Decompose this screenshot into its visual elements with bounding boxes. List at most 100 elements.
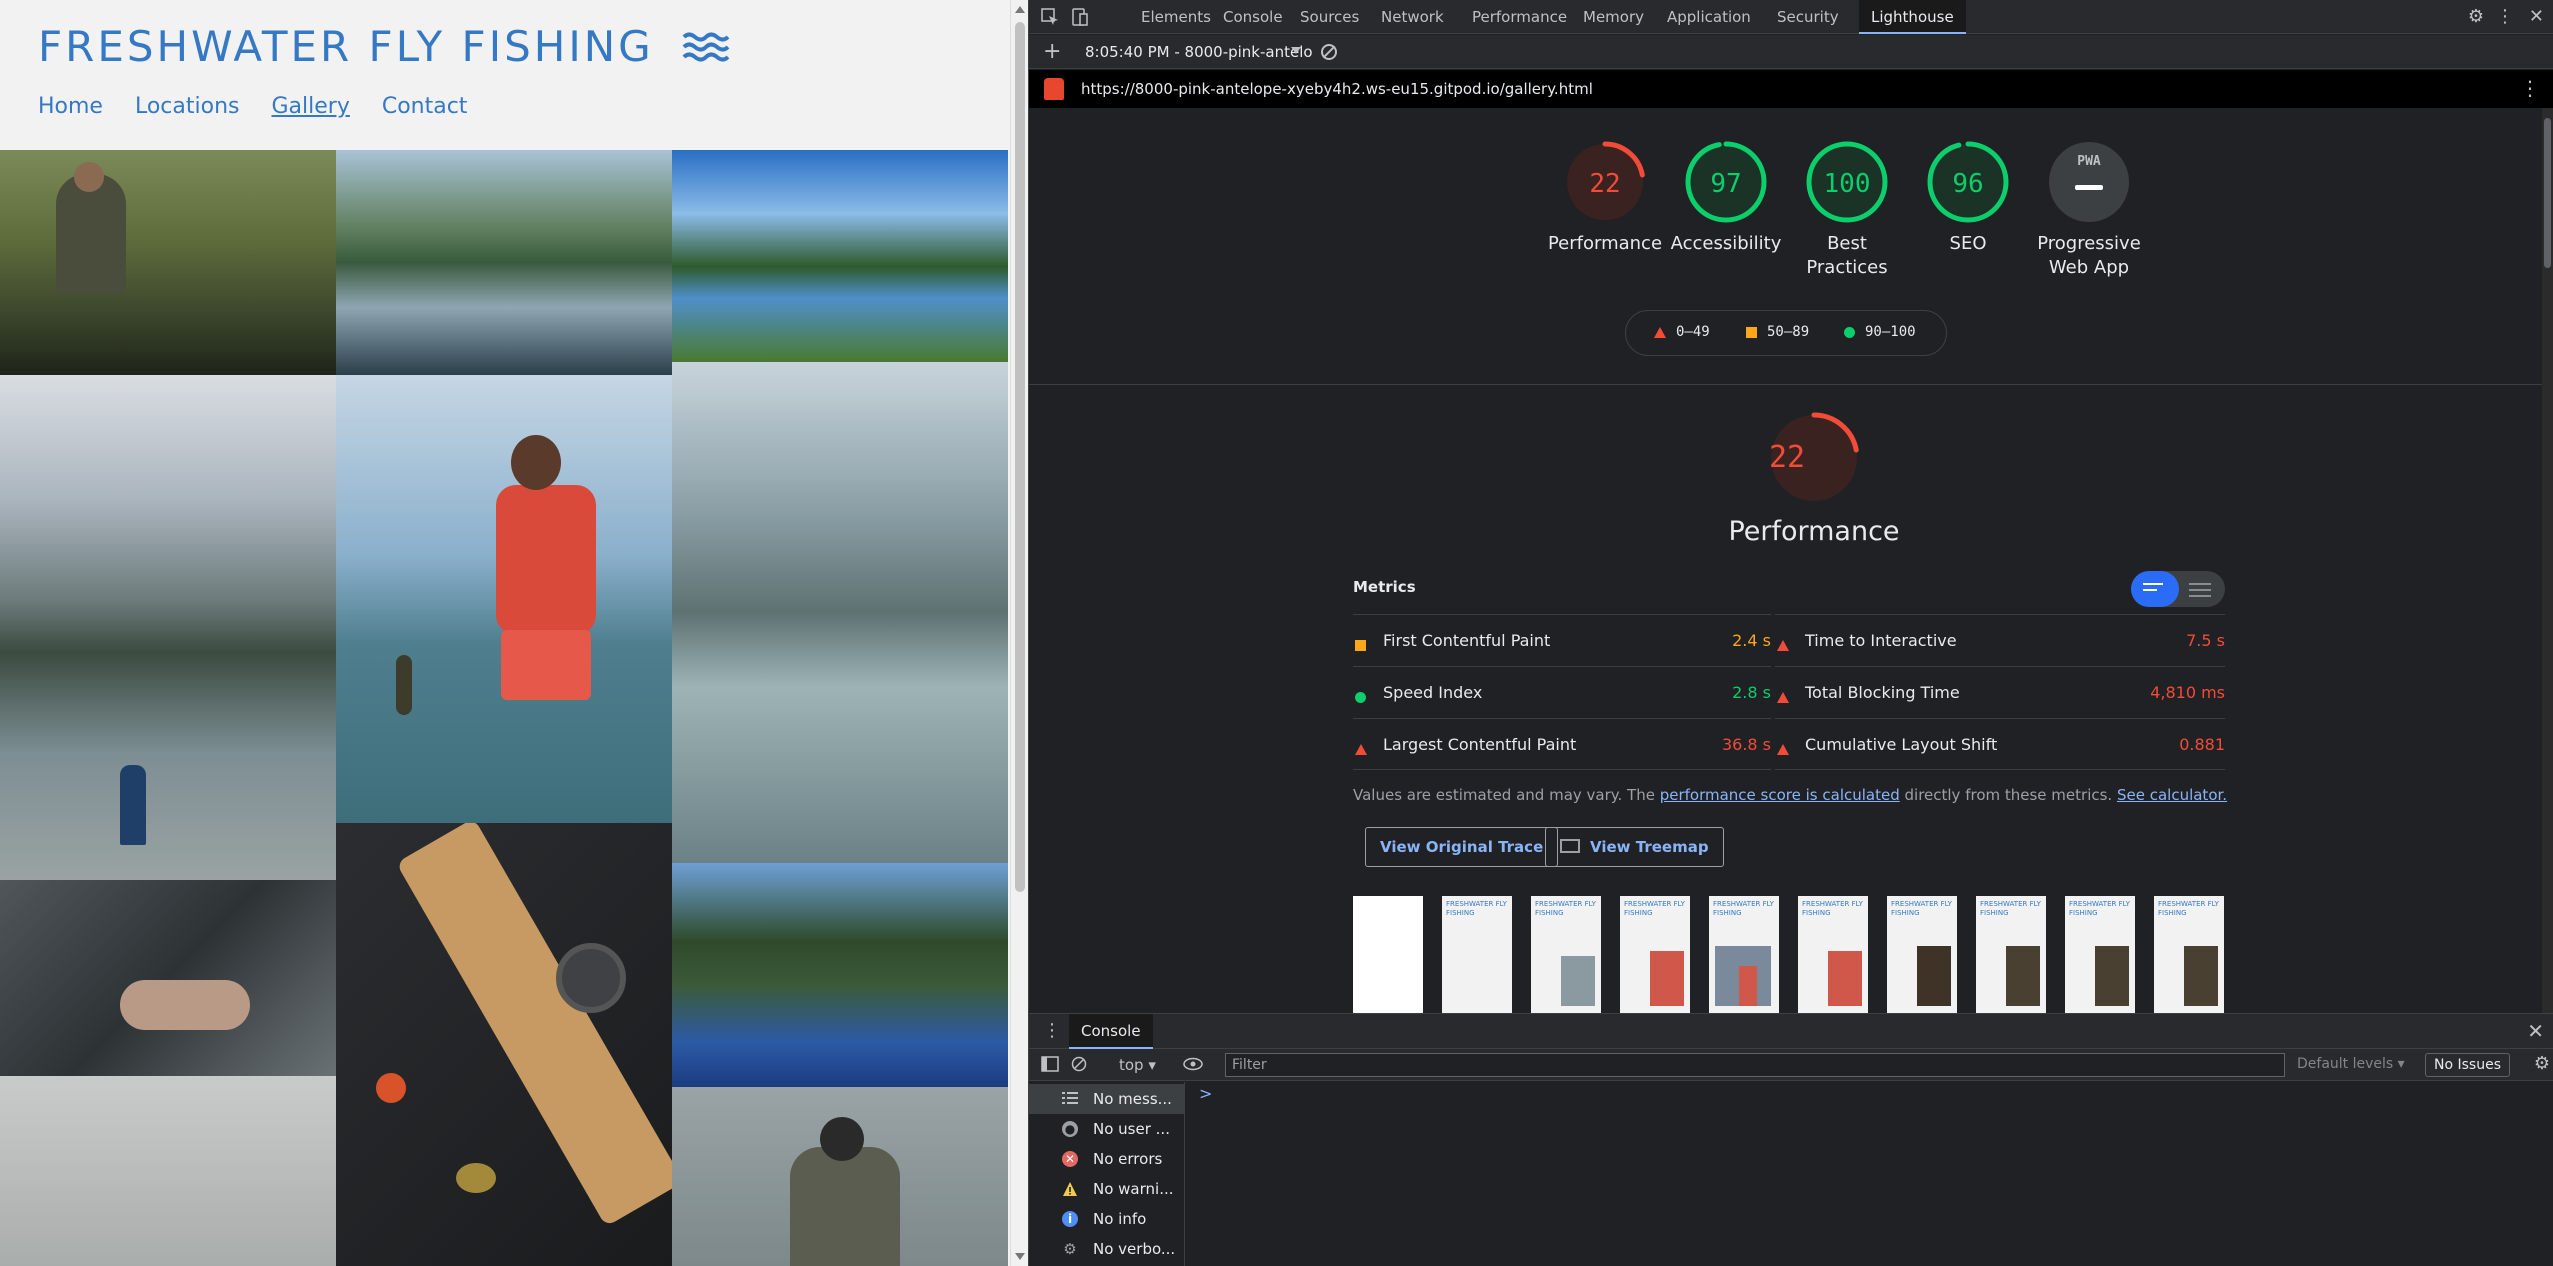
view-original-trace-button[interactable]: View Original Trace: [1365, 827, 1559, 867]
gallery-photo-fisherman-casting[interactable]: [672, 1087, 1008, 1266]
chevron-down-icon[interactable]: [1291, 47, 1301, 54]
report-menu-icon[interactable]: ⋮: [2520, 76, 2540, 100]
gallery-photo-karst-mountains[interactable]: [672, 362, 1008, 863]
gallery-photo-boy-fish[interactable]: [336, 375, 672, 823]
sidebar-item-user-messages[interactable]: ● No user ...: [1029, 1114, 1185, 1144]
metric-lcp[interactable]: Largest Contentful Paint 36.8 s: [1353, 718, 1771, 770]
new-report-icon[interactable]: +: [1043, 39, 1061, 64]
treemap-icon: [1560, 838, 1580, 853]
sidebar-item-errors[interactable]: ✕ No errors: [1029, 1144, 1185, 1174]
metric-value: 2.8 s: [1732, 683, 1771, 702]
tab-security[interactable]: Security: [1765, 0, 1851, 34]
gauge-pwa[interactable]: PWA Progressive Web App: [2029, 140, 2149, 280]
nav-contact[interactable]: Contact: [382, 94, 468, 119]
website-scrollbar[interactable]: [1010, 0, 1028, 1266]
legend-pass: 90–100: [1844, 324, 1916, 340]
gallery-photo-angler-reeds[interactable]: [0, 150, 336, 375]
sidebar-item-messages[interactable]: No mess...: [1029, 1084, 1185, 1114]
nav-gallery[interactable]: Gallery: [271, 94, 349, 119]
sidebar-item-warnings[interactable]: No warni...: [1029, 1174, 1185, 1204]
more-options-icon[interactable]: ⋮: [2496, 6, 2514, 27]
error-icon: ✕: [1062, 1151, 1078, 1167]
clear-reports-icon[interactable]: [1321, 44, 1337, 60]
tab-lighthouse[interactable]: Lighthouse: [1859, 0, 1966, 34]
site-nav: Home Locations Gallery Contact: [38, 94, 467, 119]
gallery-photo-lake-hills[interactable]: [336, 150, 672, 375]
gallery-photo-blue-lake[interactable]: [672, 150, 1008, 362]
warning-icon: [1062, 1181, 1078, 1197]
report-url[interactable]: https://8000-pink-antelope-xyeby4h2.ws-e…: [1081, 80, 1593, 98]
gallery-photo-mountain-lake[interactable]: [0, 375, 336, 880]
inspect-element-icon[interactable]: [1041, 8, 1059, 26]
metric-fcp[interactable]: First Contentful Paint 2.4 s: [1353, 614, 1771, 666]
tab-elements[interactable]: Elements: [1129, 0, 1223, 34]
nav-home[interactable]: Home: [38, 94, 103, 119]
nav-locations[interactable]: Locations: [135, 94, 240, 119]
console-filter-input[interactable]: Filter: [1225, 1053, 2285, 1077]
verbose-icon: ⚙: [1063, 1240, 1077, 1258]
tab-sources[interactable]: Sources: [1288, 0, 1371, 34]
metric-name: First Contentful Paint: [1383, 631, 1551, 650]
detailed-view-icon[interactable]: [2189, 583, 2213, 601]
metric-tti[interactable]: Time to Interactive 7.5 s: [1775, 614, 2225, 666]
gauge-accessibility[interactable]: 97 Accessibility: [1666, 140, 1786, 256]
report-selector[interactable]: 8:05:40 PM - 8000-pink-antelo: [1085, 43, 1313, 61]
photo-gallery: [0, 150, 1008, 1266]
metric-cls[interactable]: Cumulative Layout Shift 0.881: [1775, 718, 2225, 770]
close-devtools-icon[interactable]: ✕: [2529, 6, 2544, 27]
settings-gear-icon[interactable]: ⚙: [2468, 6, 2484, 27]
console-prompt[interactable]: >: [1199, 1084, 1212, 1103]
pwa-badge-icon: PWA: [2077, 154, 2101, 169]
brand-title: FRESHWATER FLY FISHING: [38, 22, 654, 71]
clear-console-icon[interactable]: [1071, 1056, 1087, 1076]
waves-icon: [682, 25, 730, 74]
gallery-photo-hands-reel[interactable]: [0, 880, 336, 1076]
score-calculation-link[interactable]: performance score is calculated: [1660, 786, 1900, 804]
close-drawer-icon[interactable]: ✕: [2527, 1019, 2544, 1043]
sidebar-toggle-icon[interactable]: [1041, 1056, 1059, 1076]
scroll-up-icon[interactable]: [1015, 6, 1025, 13]
drawer-menu-icon[interactable]: ⋮: [1043, 1020, 1061, 1041]
metric-speed-index[interactable]: Speed Index 2.8 s: [1353, 666, 1771, 718]
score-value: 97: [1710, 169, 1742, 199]
metric-value: 0.881: [2179, 735, 2225, 754]
tab-performance[interactable]: Performance: [1460, 0, 1579, 34]
report-scrollbar[interactable]: [2542, 108, 2553, 1013]
gallery-photo-rod-flies[interactable]: [336, 823, 672, 1266]
scrollbar-thumb[interactable]: [1015, 22, 1025, 892]
report-scrollbar-thumb[interactable]: [2544, 118, 2551, 268]
tab-application[interactable]: Application: [1655, 0, 1763, 34]
metric-tbt[interactable]: Total Blocking Time 4,810 ms: [1775, 666, 2225, 718]
device-toolbar-icon[interactable]: [1071, 8, 1089, 26]
console-settings-gear-icon[interactable]: ⚙: [2534, 1053, 2550, 1074]
calculator-link[interactable]: See calculator.: [2117, 786, 2227, 804]
gallery-photo-river-forest[interactable]: [672, 863, 1008, 1087]
summary-view-icon: [2143, 583, 2167, 595]
score-gauges: 22 Performance 97 Accessibility 100 Best…: [1029, 140, 2543, 290]
live-expression-eye-icon[interactable]: [1183, 1056, 1203, 1076]
performance-title: Performance: [1728, 516, 1900, 547]
context-selector[interactable]: top ▾: [1119, 1056, 1156, 1074]
score-label: SEO: [1949, 233, 1987, 254]
tab-network[interactable]: Network: [1369, 0, 1456, 34]
gauge-seo[interactable]: 96 SEO: [1908, 140, 2028, 256]
gauge-performance[interactable]: 22 Performance: [1545, 140, 1665, 256]
fail-triangle-icon: [1777, 687, 1799, 706]
drawer-tab-console[interactable]: Console: [1069, 1014, 1153, 1049]
lighthouse-logo-icon: [1044, 78, 1064, 100]
list-icon: [1062, 1091, 1078, 1107]
sidebar-item-verbose[interactable]: ⚙ No verbo...: [1029, 1234, 1185, 1264]
tab-memory[interactable]: Memory: [1571, 0, 1656, 34]
scroll-down-icon[interactable]: [1015, 1253, 1025, 1260]
site-brand[interactable]: FRESHWATER FLY FISHING: [38, 22, 730, 74]
sidebar-item-info[interactable]: i No info: [1029, 1204, 1185, 1234]
issues-counter[interactable]: No Issues: [2425, 1053, 2510, 1077]
tab-console[interactable]: Console: [1211, 0, 1295, 34]
metric-name: Time to Interactive: [1805, 631, 1957, 650]
log-levels-dropdown[interactable]: Default levels ▾: [2297, 1056, 2405, 1072]
view-treemap-button[interactable]: View Treemap: [1545, 827, 1724, 867]
gallery-photo-misty-water[interactable]: [0, 1076, 336, 1266]
gauge-best-practices[interactable]: 100 Best Practices: [1787, 140, 1907, 280]
metric-name: Speed Index: [1383, 683, 1483, 702]
metrics-view-toggle[interactable]: [2131, 571, 2225, 607]
